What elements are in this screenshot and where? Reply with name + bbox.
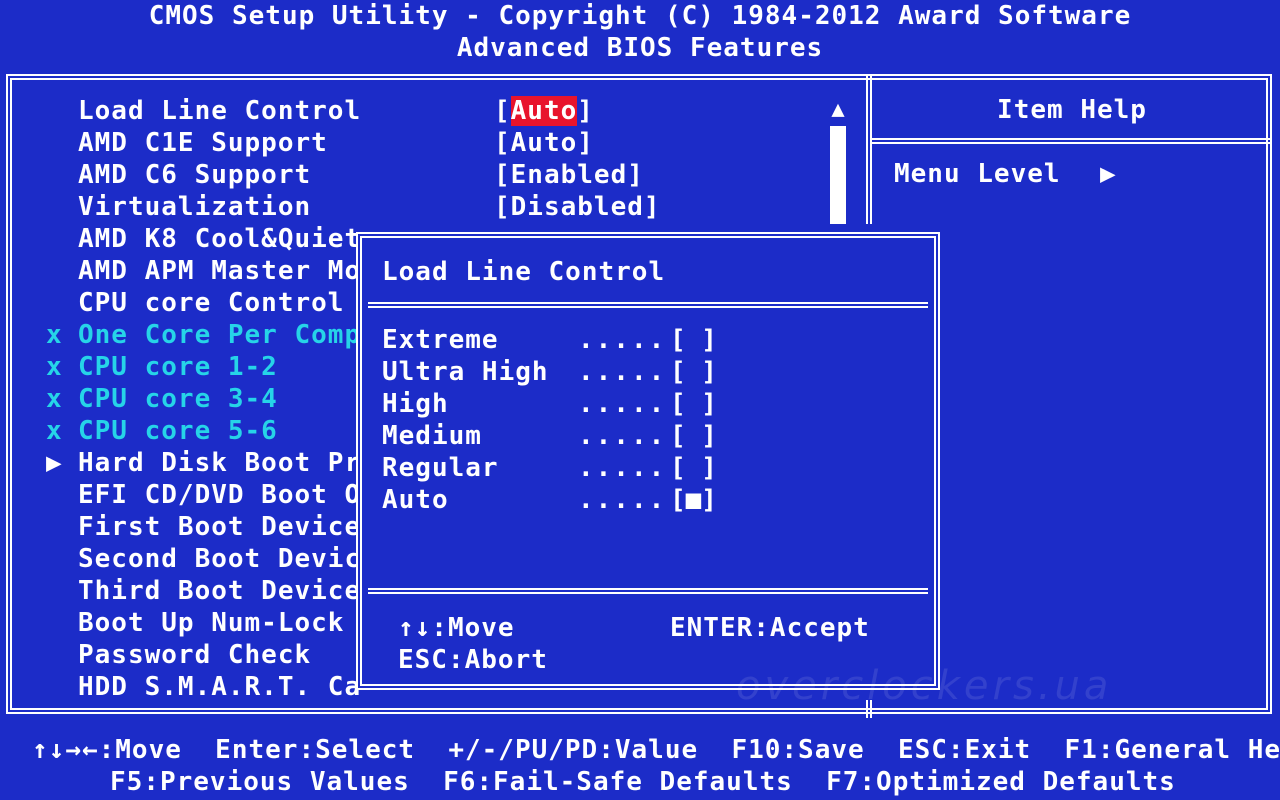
- option-dots: .....: [578, 453, 667, 483]
- setting-item[interactable]: Password Check: [78, 639, 311, 671]
- option-dots: .....: [578, 389, 667, 419]
- setting-item[interactable]: First Boot Device: [78, 511, 361, 543]
- dialog-title: Load Line Control: [382, 257, 666, 287]
- option-radio[interactable]: [ ]: [670, 388, 717, 420]
- setting-item[interactable]: Third Boot Device: [78, 575, 361, 607]
- disabled-marker: x: [46, 320, 62, 350]
- option-radio[interactable]: [■]: [670, 484, 717, 516]
- disabled-marker: x: [46, 416, 62, 446]
- setting-item[interactable]: Boot Up Num-Lock: [78, 607, 344, 639]
- submenu-arrow-icon: ▶: [46, 448, 62, 478]
- setting-item[interactable]: HDD S.M.A.R.T. Ca: [78, 671, 361, 703]
- option-label[interactable]: Ultra High: [382, 356, 549, 388]
- option-label[interactable]: Auto: [382, 484, 449, 516]
- option-radio[interactable]: [ ]: [670, 420, 717, 452]
- watermark: overclockers.ua: [736, 663, 1113, 709]
- load-line-control-dialog: Load Line Control Extreme.....[ ] Ultra H…: [356, 232, 940, 690]
- setting-item[interactable]: EFI CD/DVD Boot O: [78, 479, 361, 511]
- setting-item: One Core Per Comp: [78, 320, 362, 350]
- setting-value-load-line-control[interactable]: [Auto]: [494, 95, 594, 127]
- option-dots: .....: [578, 357, 667, 387]
- option-radio[interactable]: [ ]: [670, 356, 717, 388]
- setting-item: CPU core 5-6: [78, 416, 278, 446]
- option-label[interactable]: High: [382, 388, 449, 420]
- disabled-marker: x: [46, 352, 62, 382]
- option-label[interactable]: Regular: [382, 452, 499, 484]
- scrollbar-thumb[interactable]: [830, 126, 846, 224]
- setting-item: CPU core 3-4: [78, 384, 278, 414]
- setting-item[interactable]: AMD K8 Cool&Quiet: [78, 223, 361, 255]
- help-divider: [872, 138, 1272, 144]
- setting-item[interactable]: Load Line Control: [78, 95, 361, 127]
- hint-accept: ENTER:Accept: [670, 613, 870, 643]
- option-dots: .....: [578, 421, 667, 451]
- option-radio[interactable]: [ ]: [670, 452, 717, 484]
- hint-move: ↑↓:Move: [398, 613, 515, 643]
- setting-item[interactable]: AMD C6 Support: [78, 159, 311, 191]
- scroll-up-arrow-icon[interactable]: ▲: [828, 96, 848, 124]
- setting-value[interactable]: [Enabled]: [494, 159, 644, 191]
- hint-abort: ESC:Abort: [398, 645, 548, 675]
- bracket-open: [: [494, 96, 511, 126]
- footer-keys-line2: F5:Previous Values F6:Fail-Safe Defaults…: [110, 767, 1176, 797]
- bracket-close: ]: [577, 96, 594, 126]
- selected-value-highlight[interactable]: Auto: [510, 96, 578, 126]
- item-help-title: Item Help: [997, 95, 1147, 125]
- dialog-divider-bottom: [368, 588, 928, 594]
- option-radio[interactable]: [ ]: [670, 324, 717, 356]
- menu-level-arrow-icon: ▶: [1100, 159, 1116, 189]
- option-label[interactable]: Medium: [382, 420, 482, 452]
- disabled-marker: x: [46, 384, 62, 414]
- dialog-divider-top: [368, 302, 928, 308]
- footer-keys-line1: ↑↓→←:Move Enter:Select +/-/PU/PD:Value F…: [32, 735, 1280, 765]
- option-label[interactable]: Extreme: [382, 324, 499, 356]
- bios-title: CMOS Setup Utility - Copyright (C) 1984-…: [148, 1, 1132, 31]
- setting-item[interactable]: Second Boot Devic: [78, 543, 361, 575]
- setting-item[interactable]: Hard Disk Boot Pr: [78, 447, 361, 479]
- menu-level-label: Menu Level: [894, 159, 1061, 189]
- setting-item[interactable]: AMD C1E Support: [78, 127, 328, 159]
- page-title: Advanced BIOS Features: [456, 33, 824, 63]
- setting-item[interactable]: AMD APM Master Mo: [78, 255, 361, 287]
- setting-item[interactable]: CPU core Control: [78, 287, 344, 319]
- option-dots: .....: [578, 485, 667, 515]
- setting-item: CPU core 1-2: [78, 352, 278, 382]
- setting-value[interactable]: [Auto]: [494, 127, 594, 159]
- option-dots: .....: [578, 325, 667, 355]
- setting-item[interactable]: Virtualization: [78, 191, 311, 223]
- setting-value[interactable]: [Disabled]: [494, 191, 661, 223]
